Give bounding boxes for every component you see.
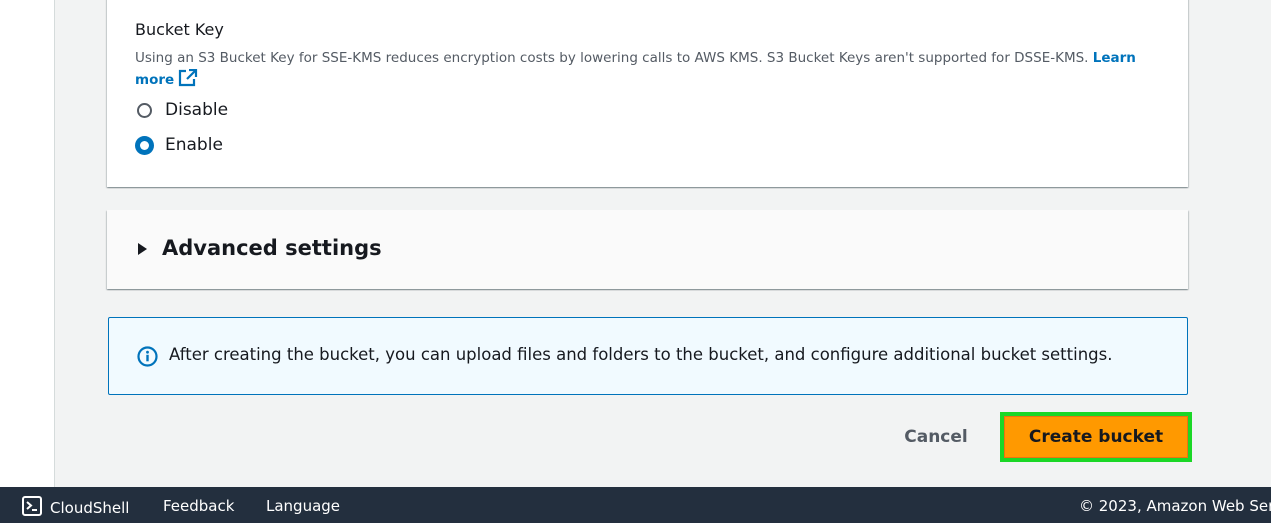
radio-disable-control[interactable] [137,102,152,118]
info-icon [137,346,158,371]
info-alert: After creating the bucket, you can uploa… [108,317,1188,395]
info-text: After creating the bucket, you can uploa… [169,345,1113,364]
advanced-settings-title: Advanced settings [162,236,382,260]
feedback-link[interactable]: Feedback [163,497,234,515]
radio-enable[interactable]: Enable [135,135,223,155]
bucket-key-description-text: Using an S3 Bucket Key for SSE-KMS reduc… [135,50,1089,66]
radio-enable-label: Enable [165,135,223,155]
bucket-key-panel: Bucket Key Using an S3 Bucket Key for SS… [107,0,1188,187]
bucket-key-heading: Bucket Key [135,20,224,39]
cancel-button[interactable]: Cancel [890,418,982,456]
language-link[interactable]: Language [266,497,340,515]
caret-right-icon [138,243,147,255]
bucket-key-description: Using an S3 Bucket Key for SSE-KMS reduc… [135,48,1145,94]
create-bucket-button[interactable]: Create bucket [1004,416,1188,458]
radio-disable-label: Disable [165,100,229,120]
radio-disable[interactable]: Disable [135,100,228,120]
radio-enable-control[interactable] [135,135,154,155]
cloudshell-button[interactable]: CloudShell [22,496,129,520]
cloudshell-icon [22,496,42,520]
create-bucket-highlight: Create bucket [1000,412,1192,462]
cloudshell-label: CloudShell [50,499,130,517]
console-footer: CloudShell Feedback Language © 2023, Ama… [0,487,1271,523]
external-link-icon [178,68,198,94]
advanced-settings-expander[interactable]: Advanced settings [107,210,1188,289]
left-rail [0,0,55,487]
copyright-text: © 2023, Amazon Web Serv [1079,497,1271,515]
